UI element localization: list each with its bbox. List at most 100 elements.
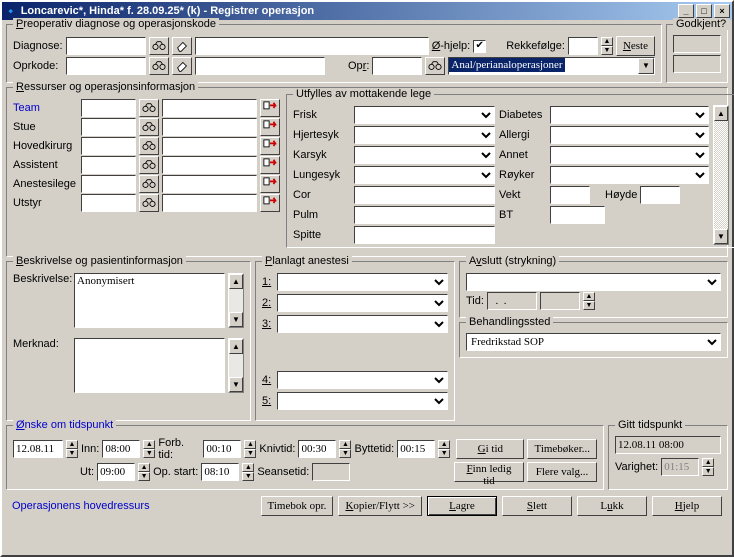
anestesi-4-dropdown[interactable] — [277, 371, 448, 389]
merknad-scrollbar[interactable]: ▲▼ — [228, 338, 244, 393]
diagnose-clear-button[interactable] — [172, 37, 192, 55]
minimize-button[interactable]: _ — [678, 4, 694, 18]
forb-field[interactable] — [203, 440, 241, 458]
stue-add-button[interactable] — [260, 118, 280, 136]
diagnose-text-field[interactable] — [195, 37, 429, 55]
hovedkirurg-code-field[interactable] — [81, 137, 136, 155]
diagnose-field[interactable] — [66, 37, 146, 55]
diagnose-search-button[interactable] — [149, 37, 169, 55]
ohjelp-checkbox[interactable]: ✔ — [473, 40, 486, 53]
anestesilege-add-button[interactable] — [260, 175, 280, 193]
spin-up-icon[interactable]: ▲ — [601, 37, 613, 46]
hovedressurs-link[interactable]: Operasjonens hovedressurs — [12, 500, 150, 512]
mott-diabetes-dropdown[interactable] — [550, 106, 709, 124]
assistent-add-button[interactable] — [260, 156, 280, 174]
lukk-button[interactable]: Lukk — [577, 496, 647, 516]
timebok-opr-button[interactable]: Timebok opr. — [261, 496, 334, 516]
mott-røyker-dropdown[interactable] — [550, 166, 709, 184]
anestesi-2-dropdown[interactable] — [277, 294, 448, 312]
beskrivelse-scrollbar[interactable]: ▲▼ — [228, 273, 244, 328]
anestesilege-search-button[interactable] — [139, 175, 159, 193]
avslutt-time-field[interactable] — [540, 292, 580, 310]
opr-search-button[interactable] — [425, 57, 445, 75]
flere-valg-button[interactable]: Flere valg... — [527, 462, 597, 482]
mott-hjertesyk-dropdown[interactable] — [354, 126, 495, 144]
rekkefolge-field[interactable] — [568, 37, 598, 55]
mott-karsyk-dropdown[interactable] — [354, 146, 495, 164]
anestesi-5-dropdown[interactable] — [277, 392, 448, 410]
mott-annet-dropdown[interactable] — [550, 146, 709, 164]
opr-dropdown[interactable]: Anal/perianaloperasjoner ▼ — [448, 57, 655, 75]
mott-bt-field[interactable] — [550, 206, 605, 224]
avslutt-date-field[interactable] — [487, 292, 537, 310]
stue-text-field[interactable] — [162, 118, 257, 136]
utstyr-text-field[interactable] — [162, 194, 257, 212]
stue-search-button[interactable] — [139, 118, 159, 136]
mottakende-scrollbar[interactable]: ▲ ▼ — [713, 105, 729, 245]
bytt-field[interactable] — [397, 440, 435, 458]
ut-spinner[interactable]: ▲▼ — [138, 463, 150, 481]
kniv-field[interactable] — [298, 440, 336, 458]
mott-vekt-field[interactable] — [550, 186, 590, 204]
team-code-field[interactable] — [81, 99, 136, 117]
slett-button[interactable]: Slett — [502, 496, 572, 516]
onske-date-field[interactable] — [13, 440, 63, 458]
anestesi-1-dropdown[interactable] — [277, 273, 448, 291]
opstart-spinner[interactable]: ▲▼ — [242, 463, 254, 481]
gi-tid-button[interactable]: Gi tid — [456, 439, 524, 459]
mott-spitte-field[interactable] — [354, 226, 495, 244]
mott-frisk-dropdown[interactable] — [354, 106, 495, 124]
ut-field[interactable] — [97, 463, 135, 481]
neste-button[interactable]: Neste — [616, 36, 655, 56]
team-search-button[interactable] — [139, 99, 159, 117]
team-text-field[interactable] — [162, 99, 257, 117]
bytt-spinner[interactable]: ▲▼ — [438, 440, 450, 458]
utstyr-search-button[interactable] — [139, 194, 159, 212]
hovedkirurg-search-button[interactable] — [139, 137, 159, 155]
scroll-up-icon[interactable]: ▲ — [714, 106, 728, 121]
behandlingssted-dropdown[interactable]: Fredrikstad SOP — [466, 333, 721, 351]
hjelp-button[interactable]: Hjelp — [652, 496, 722, 516]
onske-legend[interactable]: Ønske om tidspunkt — [13, 419, 116, 431]
scroll-down-icon[interactable]: ▼ — [714, 229, 728, 244]
rekkefolge-spinner[interactable]: ▲▼ — [601, 37, 613, 55]
anestesi-3-dropdown[interactable] — [277, 315, 448, 333]
assistent-code-field[interactable] — [81, 156, 136, 174]
mott-allergi-dropdown[interactable] — [550, 126, 709, 144]
anestesilege-text-field[interactable] — [162, 175, 257, 193]
mott-pulm-field[interactable] — [354, 206, 495, 224]
maximize-button[interactable]: □ — [696, 4, 712, 18]
oprkode-text-field[interactable] — [195, 57, 325, 75]
finn-ledig-tid-button[interactable]: Finn ledig tid — [454, 462, 524, 482]
mott-lungesyk-dropdown[interactable] — [354, 166, 495, 184]
lagre-button[interactable]: Lagre — [427, 496, 497, 516]
stue-code-field[interactable] — [81, 118, 136, 136]
onske-date-spinner[interactable]: ▲▼ — [66, 440, 78, 458]
team-add-button[interactable] — [260, 99, 280, 117]
oprkode-search-button[interactable] — [149, 57, 169, 75]
mott-hoyde-field[interactable] — [640, 186, 680, 204]
assistent-search-button[interactable] — [139, 156, 159, 174]
close-button[interactable]: × — [714, 4, 730, 18]
oprkode-field[interactable] — [66, 57, 146, 75]
spin-down-icon[interactable]: ▼ — [601, 46, 613, 55]
timeboker-button[interactable]: Timebøker... — [527, 439, 597, 459]
inn-spinner[interactable]: ▲▼ — [143, 440, 155, 458]
inn-field[interactable] — [102, 440, 140, 458]
forb-spinner[interactable]: ▲▼ — [244, 440, 256, 458]
opr-field[interactable] — [372, 57, 422, 75]
hovedkirurg-add-button[interactable] — [260, 137, 280, 155]
mott-cor-field[interactable] — [354, 186, 495, 204]
avslutt-time-spinner[interactable]: ▲▼ — [583, 292, 595, 310]
utstyr-add-button[interactable] — [260, 194, 280, 212]
assistent-text-field[interactable] — [162, 156, 257, 174]
avslutt-dropdown[interactable] — [466, 273, 721, 291]
opstart-field[interactable] — [201, 463, 239, 481]
oprkode-clear-button[interactable] — [172, 57, 192, 75]
merknad-field[interactable] — [74, 338, 225, 393]
hovedkirurg-text-field[interactable] — [162, 137, 257, 155]
utstyr-code-field[interactable] — [81, 194, 136, 212]
anestesilege-code-field[interactable] — [81, 175, 136, 193]
kniv-spinner[interactable]: ▲▼ — [339, 440, 351, 458]
beskrivelse-field[interactable]: Anonymisert — [74, 273, 225, 328]
